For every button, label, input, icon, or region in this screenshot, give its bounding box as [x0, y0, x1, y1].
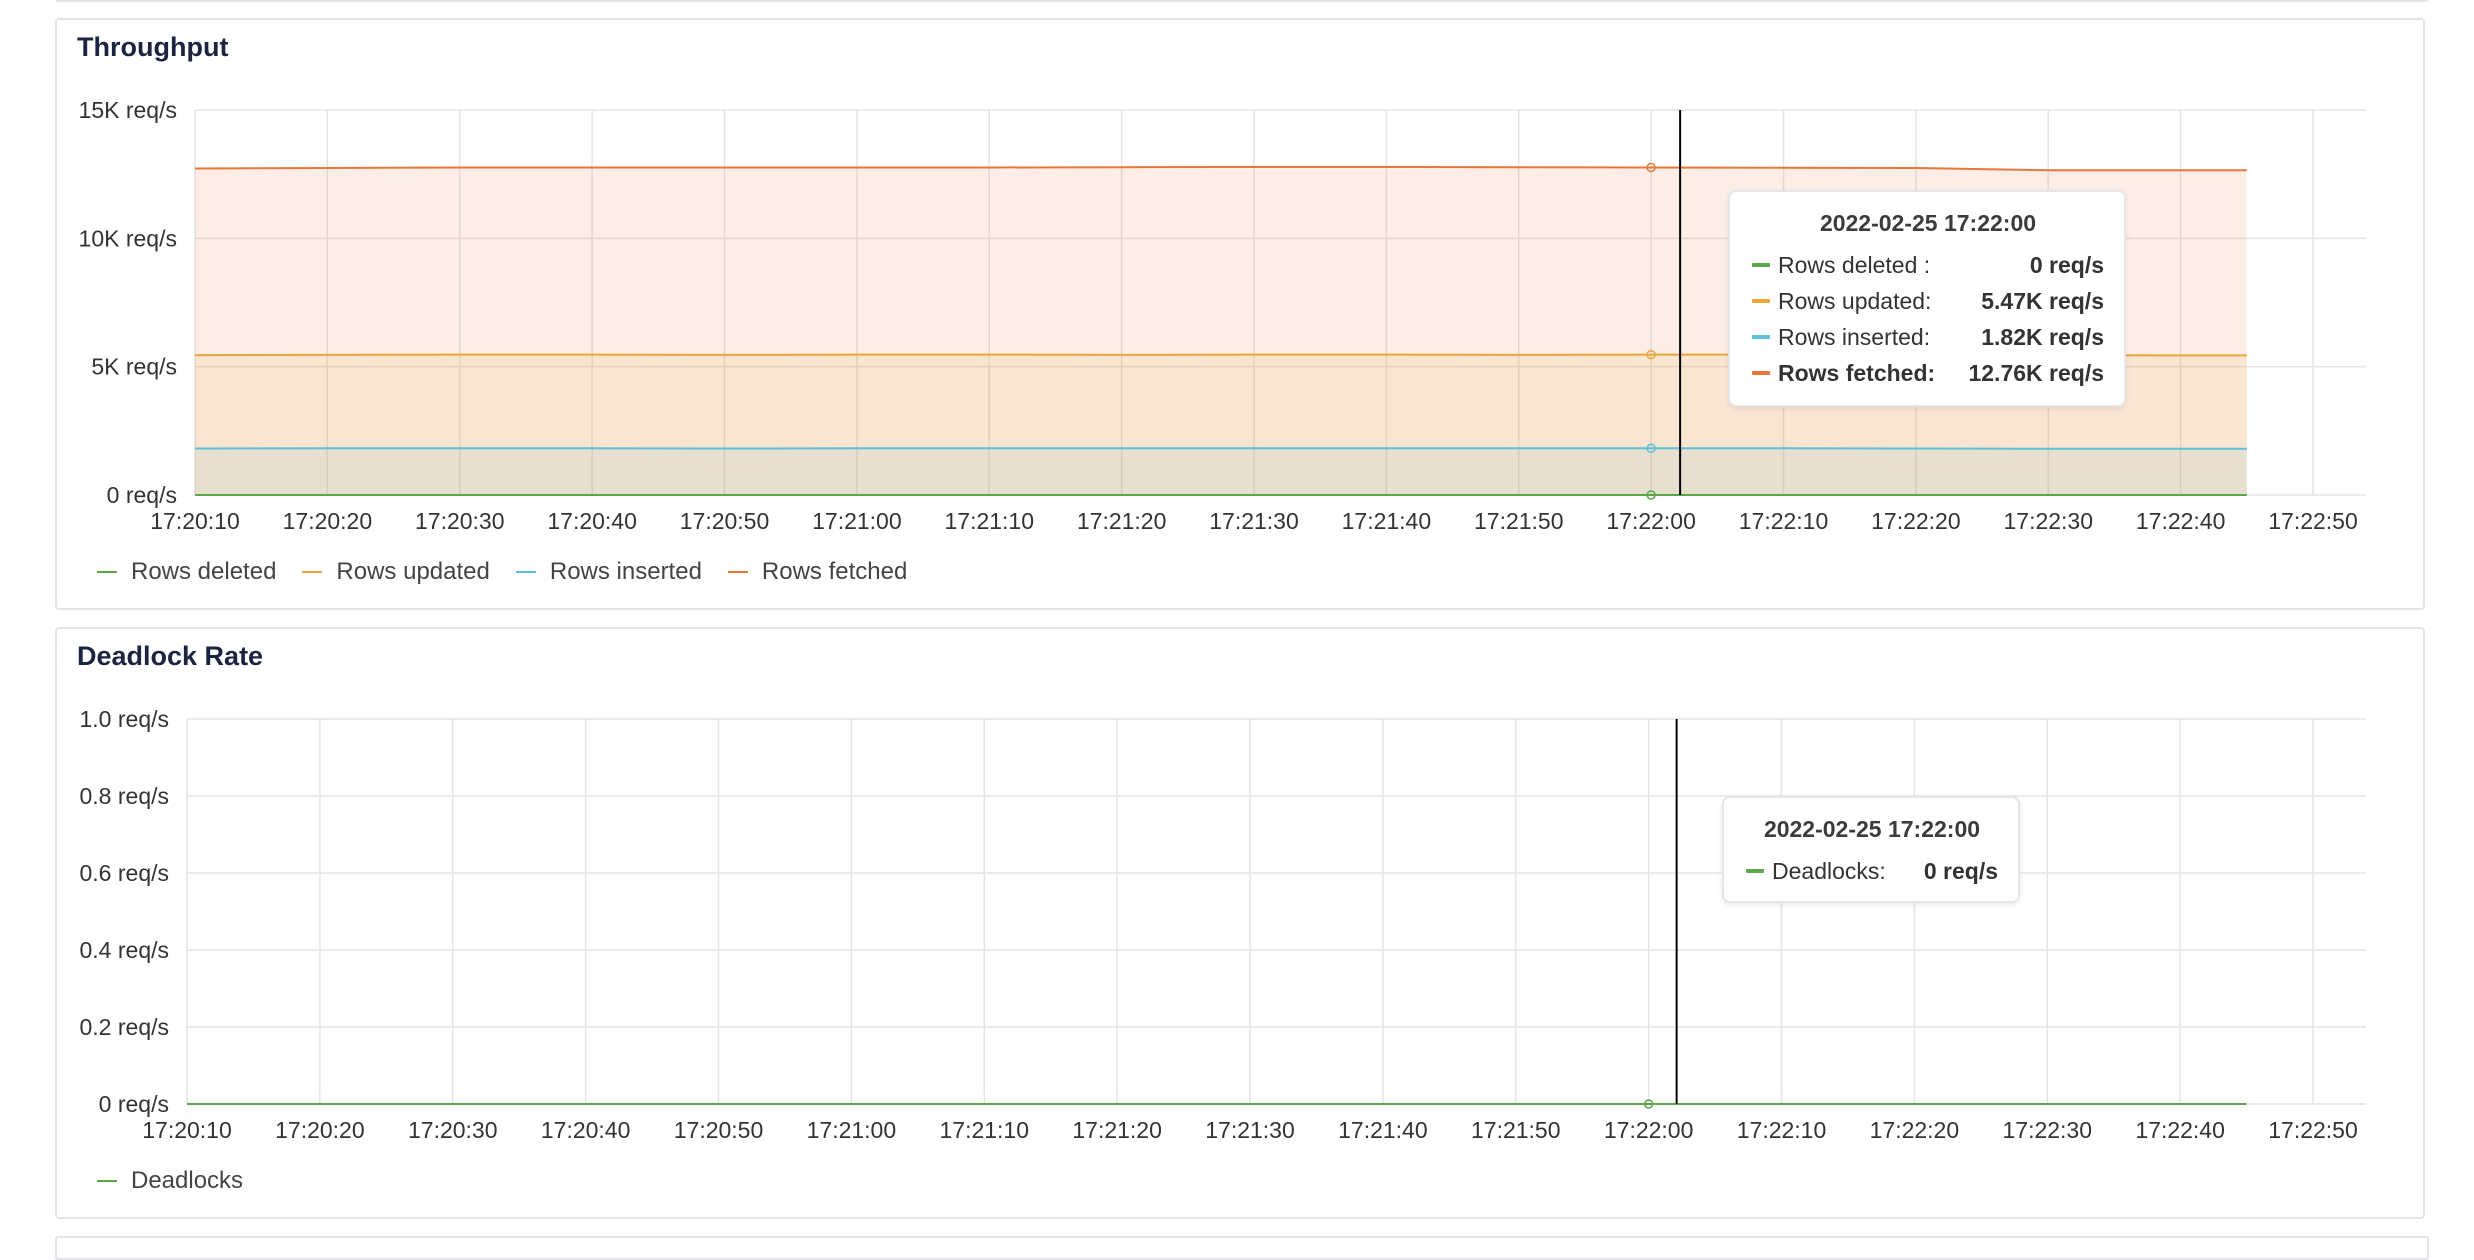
y-tick-label: 0.2 req/s [80, 1014, 170, 1040]
x-tick-label: 17:21:00 [807, 1117, 897, 1143]
tooltip-row-rows-fetched: Rows fetched: 12.76K req/s [1752, 355, 2104, 391]
legend-swatch-icon [727, 571, 748, 573]
x-tick-label: 17:20:30 [408, 1117, 498, 1143]
tooltip-value: 0 req/s [1923, 857, 1998, 884]
series-swatch-icon [1752, 299, 1770, 303]
x-tick-label: 17:22:40 [2136, 508, 2226, 534]
legend-item-deadlocks[interactable]: Deadlocks [97, 1167, 243, 1195]
x-tick-label: 17:21:50 [1471, 1117, 1561, 1143]
x-tick-label: 17:21:20 [1077, 508, 1167, 534]
legend-label: Rows updated [336, 558, 490, 585]
throughput-panel: Throughput 0 req/s 5K req/s 10K req/s 15K r… [55, 18, 2425, 610]
x-tick-label: 17:20:40 [541, 1117, 631, 1143]
x-tick-label: 17:22:00 [1606, 508, 1696, 534]
tooltip-label: Rows updated: [1778, 287, 1932, 314]
x-tick-label: 17:21:20 [1072, 1117, 1162, 1143]
x-tick-label: 17:20:20 [283, 508, 373, 534]
legend-swatch-icon [302, 571, 323, 573]
tooltip-timestamp: 2022-02-25 17:22:00 [1763, 816, 1981, 842]
y-tick-label: 0.8 req/s [80, 783, 170, 809]
y-tick-label: 0.6 req/s [80, 860, 170, 886]
x-tick-label: 17:20:30 [415, 508, 505, 534]
x-tick-label: 17:21:40 [1338, 1117, 1428, 1143]
y-tick-label: 5K req/s [91, 354, 177, 380]
deadlock-rate-panel: Deadlock Rate 0 req/s 0.2 req/s 0.4 req/s 0… [55, 627, 2425, 1219]
legend-swatch-icon [97, 1180, 117, 1182]
chart-legend: Rows deleted Rows updated Rows inserted … [97, 558, 907, 586]
next-panel-edge [55, 1236, 2429, 1260]
x-tick-label: 17:21:50 [1474, 508, 1564, 534]
x-tick-label: 17:20:50 [674, 1117, 764, 1143]
tooltip-label: Rows inserted: [1778, 323, 1931, 350]
tooltip-label: Rows deleted : [1778, 251, 1931, 278]
chart-legend: Deadlocks [97, 1167, 243, 1195]
legend-item-rows-deleted[interactable]: Rows deleted [97, 558, 276, 586]
x-tick-label: 17:21:10 [944, 508, 1034, 534]
x-tick-label: 17:21:00 [812, 508, 902, 534]
tooltip-row-rows-updated: Rows updated: 5.47K req/s [1752, 283, 2104, 319]
x-tick-label: 17:22:10 [1739, 508, 1829, 534]
y-tick-label: 0.4 req/s [80, 937, 170, 963]
tooltip-label: Deadlocks: [1772, 857, 1886, 884]
x-tick-label: 17:22:30 [2002, 1117, 2092, 1143]
tooltip-value: 5.47K req/s [1981, 287, 2104, 314]
deadlock-chart[interactable]: 0 req/s 0.2 req/s 0.4 req/s 0.6 req/s 0.8 re… [57, 629, 2423, 1149]
tooltip-label: Rows fetched: [1778, 359, 1936, 386]
x-tick-label: 17:22:10 [1737, 1117, 1827, 1143]
chart-tooltip: 2022-02-25 17:22:00 Deadlocks: 0 req/s [1722, 796, 2020, 903]
y-tick-label: 1.0 req/s [80, 706, 170, 732]
x-tick-label: 17:21:30 [1209, 508, 1299, 534]
legend-label: Rows inserted [549, 558, 702, 585]
x-tick-label: 17:20:10 [150, 508, 240, 534]
x-tick-label: 17:21:10 [939, 1117, 1029, 1143]
y-tick-label: 10K req/s [79, 225, 177, 251]
x-tick-label: 17:22:50 [2268, 508, 2358, 534]
series-swatch-icon [1746, 869, 1764, 873]
legend-item-rows-updated[interactable]: Rows updated [302, 558, 490, 586]
x-tick-label: 17:22:20 [1871, 508, 1961, 534]
y-tick-label: 0 req/s [99, 1091, 169, 1117]
x-tick-label: 17:22:40 [2135, 1117, 2225, 1143]
previous-panel-edge [55, 0, 2429, 2]
tooltip-row-deadlocks: Deadlocks: 0 req/s [1746, 853, 1998, 889]
legend-label: Rows deleted [131, 558, 277, 585]
legend-item-rows-inserted[interactable]: Rows inserted [515, 558, 702, 586]
legend-label: Rows fetched [761, 558, 908, 585]
tooltip-value: 12.76K req/s [1968, 359, 2104, 386]
legend-item-rows-fetched[interactable]: Rows fetched [727, 558, 908, 586]
tooltip-value: 1.82K req/s [1981, 323, 2104, 350]
x-tick-label: 17:21:40 [1342, 508, 1432, 534]
x-tick-label: 17:21:30 [1205, 1117, 1295, 1143]
x-tick-label: 17:22:50 [2268, 1117, 2358, 1143]
x-tick-label: 17:22:00 [1604, 1117, 1694, 1143]
series-swatch-icon [1752, 263, 1770, 267]
y-tick-label: 15K req/s [79, 97, 177, 123]
x-tick-label: 17:20:10 [142, 1117, 232, 1143]
series-line-rows-inserted [194, 447, 2247, 450]
tooltip-row-rows-deleted: Rows deleted : 0 req/s [1752, 247, 2104, 283]
tooltip-timestamp: 2022-02-25 17:22:00 [1819, 210, 2037, 236]
x-tick-label: 17:22:30 [2003, 508, 2093, 534]
tooltip-row-rows-inserted: Rows inserted: 1.82K req/s [1752, 319, 2104, 355]
x-tick-label: 17:20:50 [680, 508, 770, 534]
y-tick-label: 0 req/s [107, 482, 177, 508]
x-tick-label: 17:20:40 [547, 508, 637, 534]
series-swatch-icon [1752, 335, 1770, 339]
legend-swatch-icon [515, 571, 536, 573]
legend-swatch-icon [97, 571, 117, 573]
tooltip-value: 0 req/s [2029, 251, 2104, 278]
x-tick-label: 17:22:20 [1870, 1117, 1960, 1143]
legend-label: Deadlocks [131, 1167, 244, 1194]
chart-tooltip: 2022-02-25 17:22:00 Rows deleted : 0 req… [1728, 190, 2126, 407]
series-swatch-icon [1752, 371, 1770, 375]
x-tick-label: 17:20:20 [275, 1117, 365, 1143]
